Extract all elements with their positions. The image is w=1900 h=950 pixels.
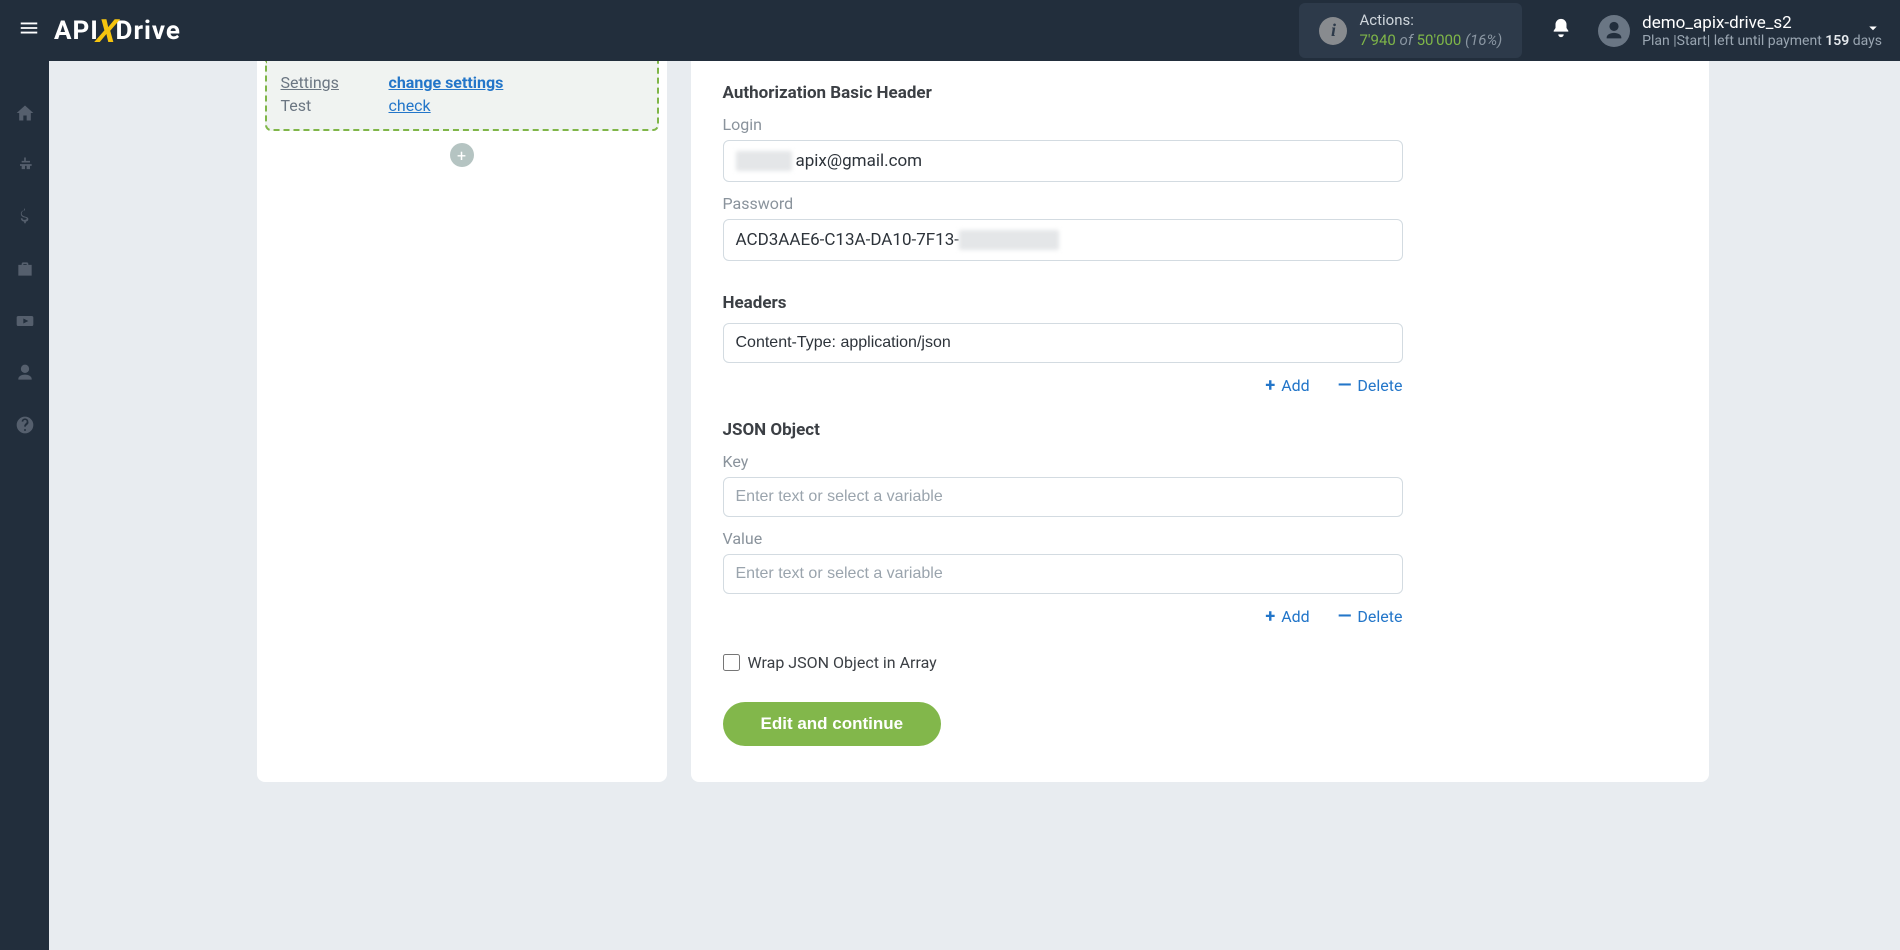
actions-used: 7'940 bbox=[1359, 31, 1395, 49]
password-redacted bbox=[959, 230, 1059, 250]
add-step-button[interactable]: + bbox=[450, 143, 474, 167]
actions-total: 50'000 bbox=[1417, 31, 1462, 49]
actions-counter[interactable]: i Actions: 7'940 of 50'000 (16%) bbox=[1299, 3, 1522, 58]
lp-row-test: Test check bbox=[281, 94, 643, 117]
main: Settings change settings Test check + Au… bbox=[49, 61, 1900, 812]
help-icon[interactable] bbox=[13, 413, 37, 437]
actions-label: Actions: bbox=[1359, 11, 1502, 31]
user-icon[interactable] bbox=[13, 361, 37, 385]
password-label: Password bbox=[723, 194, 1669, 213]
logo[interactable]: API X Drive bbox=[54, 12, 181, 50]
login-value: apix@gmail.com bbox=[796, 151, 923, 171]
avatar-icon bbox=[1598, 15, 1630, 47]
login-redacted bbox=[736, 151, 792, 171]
info-icon: i bbox=[1319, 17, 1347, 45]
json-add-button[interactable]: +Add bbox=[1265, 606, 1309, 627]
headers-actions: +Add —Delete bbox=[723, 375, 1403, 396]
wrap-json-row[interactable]: Wrap JSON Object in Array bbox=[723, 653, 1669, 672]
user-menu[interactable]: demo_apix-drive_s2 Plan |Start| left unt… bbox=[1598, 13, 1882, 49]
minus-icon: — bbox=[1338, 375, 1352, 396]
lp-link-check[interactable]: check bbox=[389, 96, 431, 115]
headers-delete-button[interactable]: —Delete bbox=[1338, 375, 1403, 396]
lp-label-settings: Settings bbox=[281, 73, 361, 92]
lp-link-change-settings[interactable]: change settings bbox=[389, 73, 504, 92]
wrap-json-label: Wrap JSON Object in Array bbox=[748, 653, 937, 672]
headers-title: Headers bbox=[723, 293, 1669, 313]
user-name: demo_apix-drive_s2 bbox=[1642, 13, 1882, 33]
user-plan: Plan |Start| left until payment 159 days bbox=[1642, 33, 1882, 49]
form-panel: Authorization Basic Header Login apix@gm… bbox=[691, 61, 1709, 782]
minus-icon: — bbox=[1338, 606, 1352, 627]
login-label: Login bbox=[723, 115, 1669, 134]
youtube-icon[interactable] bbox=[13, 309, 37, 333]
logo-part3: Drive bbox=[116, 16, 181, 46]
chevron-down-icon[interactable] bbox=[1864, 19, 1882, 42]
home-icon[interactable] bbox=[13, 101, 37, 125]
password-input[interactable]: ACD3AAE6-C13A-DA10-7F13- bbox=[723, 219, 1403, 261]
value-label: Value bbox=[723, 529, 1669, 548]
json-actions: +Add —Delete bbox=[723, 606, 1403, 627]
password-value: ACD3AAE6-C13A-DA10-7F13- bbox=[736, 230, 959, 250]
value-input[interactable] bbox=[723, 554, 1403, 594]
bell-icon[interactable] bbox=[1550, 17, 1572, 45]
lp-label-test: Test bbox=[281, 96, 361, 115]
sitemap-icon[interactable] bbox=[13, 153, 37, 177]
user-text: demo_apix-drive_s2 Plan |Start| left unt… bbox=[1642, 13, 1882, 49]
key-input[interactable] bbox=[723, 477, 1403, 517]
edit-continue-button[interactable]: Edit and continue bbox=[723, 702, 942, 746]
dollar-icon[interactable] bbox=[13, 205, 37, 229]
headers-input[interactable] bbox=[723, 323, 1403, 363]
login-input[interactable]: apix@gmail.com bbox=[723, 140, 1403, 182]
left-rail bbox=[0, 61, 49, 950]
json-delete-button[interactable]: —Delete bbox=[1338, 606, 1403, 627]
json-object-title: JSON Object bbox=[723, 420, 1669, 440]
auth-header-title: Authorization Basic Header bbox=[723, 83, 1669, 103]
logo-part1: API bbox=[54, 16, 99, 46]
headers-add-button[interactable]: +Add bbox=[1265, 375, 1309, 396]
menu-toggle[interactable] bbox=[18, 17, 40, 45]
topbar: API X Drive i Actions: 7'940 of 50'000 (… bbox=[0, 0, 1900, 61]
wrap-json-checkbox[interactable] bbox=[723, 654, 740, 671]
key-label: Key bbox=[723, 452, 1669, 471]
lp-row-settings: Settings change settings bbox=[281, 71, 643, 94]
actions-text: Actions: 7'940 of 50'000 (16%) bbox=[1359, 11, 1502, 50]
plus-icon: + bbox=[1265, 606, 1275, 627]
plus-icon: + bbox=[1265, 375, 1275, 396]
briefcase-icon[interactable] bbox=[13, 257, 37, 281]
left-panel: Settings change settings Test check + bbox=[257, 61, 667, 782]
